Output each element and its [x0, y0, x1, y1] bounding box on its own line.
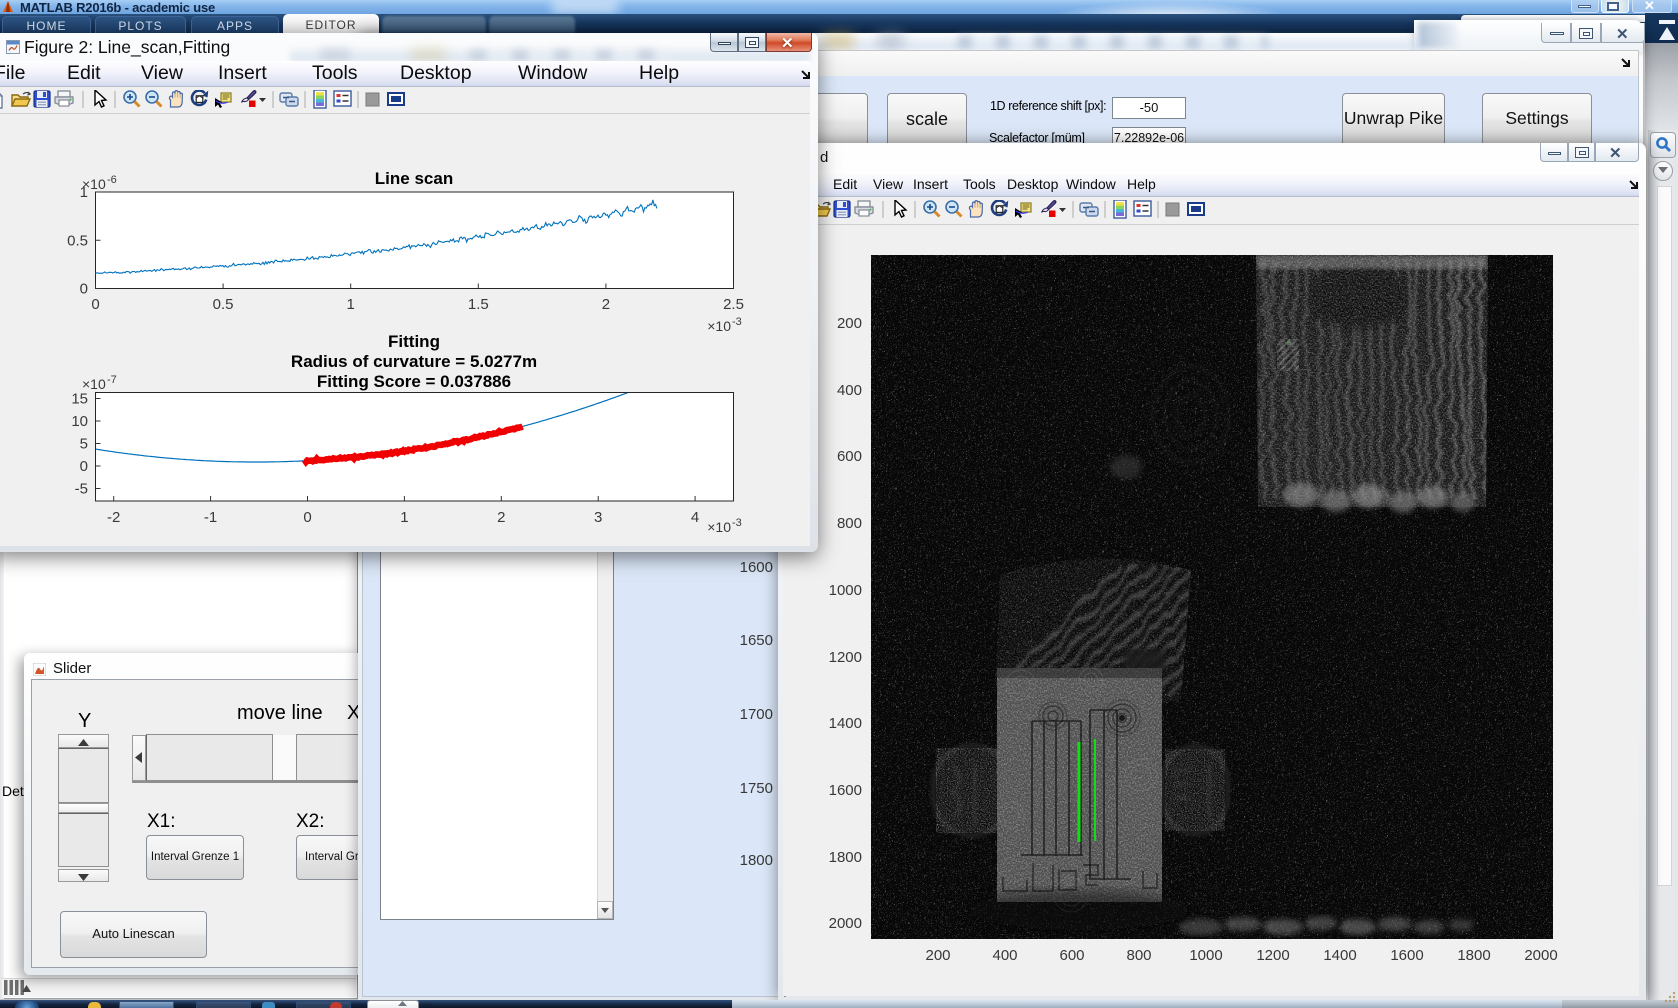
svg-text:0: 0: [80, 458, 88, 475]
svg-text:-1: -1: [204, 509, 217, 526]
svg-text:-3: -3: [732, 517, 742, 529]
svg-text:Fitting: Fitting: [388, 332, 440, 351]
svg-text:-3: -3: [732, 316, 742, 328]
svg-text:4: 4: [691, 509, 699, 526]
svg-text:1: 1: [400, 509, 408, 526]
svg-text:×10: ×10: [707, 519, 731, 535]
svg-text:×10: ×10: [707, 318, 731, 334]
svg-text:-7: -7: [107, 374, 117, 386]
svg-text:2: 2: [602, 296, 610, 313]
svg-text:3: 3: [594, 509, 602, 526]
svg-text:2: 2: [497, 509, 505, 526]
svg-text:-2: -2: [107, 509, 120, 526]
svg-text:Radius of curvature = 5.0277m: Radius of curvature = 5.0277m: [291, 352, 537, 371]
svg-text:-5: -5: [75, 481, 88, 498]
svg-text:1: 1: [80, 184, 88, 201]
svg-text:0: 0: [303, 509, 311, 526]
svg-text:10: 10: [71, 413, 88, 430]
svg-text:0.5: 0.5: [67, 232, 88, 249]
svg-text:-6: -6: [107, 174, 117, 186]
svg-text:2.5: 2.5: [723, 296, 744, 313]
svg-text:1: 1: [347, 296, 355, 313]
svg-text:Line scan: Line scan: [375, 169, 453, 188]
svg-text:0: 0: [91, 296, 99, 313]
svg-text:0.5: 0.5: [213, 296, 234, 313]
svg-text:5: 5: [80, 436, 88, 453]
svg-text:0: 0: [80, 281, 88, 298]
svg-text:Fitting Score = 0.037886: Fitting Score = 0.037886: [317, 372, 511, 391]
svg-text:15: 15: [71, 391, 88, 408]
svg-text:1.5: 1.5: [468, 296, 489, 313]
